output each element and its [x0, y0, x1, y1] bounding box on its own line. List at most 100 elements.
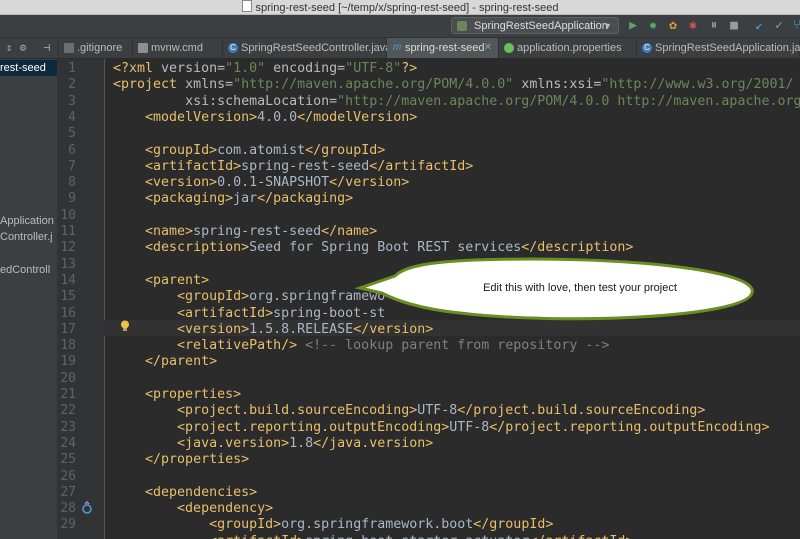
collapse-icon[interactable]: ⊣ — [40, 41, 54, 55]
tree-item-application[interactable]: Application — [0, 215, 54, 227]
run-icon[interactable]: ▶ — [626, 19, 640, 33]
code-line[interactable]: <project xmlns="http://maven.apache.org/… — [113, 77, 794, 93]
tab-label: .gitignore — [77, 42, 123, 54]
line-number: 13 — [60, 256, 76, 272]
project-panel-header: ⇕ ⚙ ⊣ — [0, 38, 59, 58]
tree-item-controller[interactable]: Controller.j — [0, 231, 53, 243]
code-line[interactable]: <description>Seed for Spring Boot REST s… — [113, 240, 633, 256]
code-line[interactable]: <version>1.5.8.RELEASE</version> — [113, 322, 433, 338]
gear-icon[interactable]: ⚙ — [16, 41, 30, 55]
code-token: <relativePath/> — [177, 338, 298, 354]
tree-item-root[interactable]: rest-seed — [0, 60, 57, 76]
run-configuration-label: SpringRestSeedApplication — [474, 20, 608, 32]
code-line[interactable]: <groupId>org.springframework.boot</group… — [113, 517, 553, 533]
code-line[interactable]: <artifactId>spring-boot-starter-actuator… — [113, 534, 633, 539]
code-token: "http://maven.apache.org/POM/4.0.0" — [233, 77, 514, 93]
tab-label: application.properties — [517, 42, 622, 54]
code-line[interactable]: <modelVersion>4.0.0</modelVersion> — [113, 110, 417, 126]
tab-application-java[interactable]: C SpringRestSeedApplication.java — [637, 38, 800, 58]
code-line[interactable]: <project.reporting.outputEncoding>UTF-8<… — [113, 420, 769, 436]
tree-item-seed-controller[interactable]: edControll — [0, 264, 50, 276]
line-number: 2 — [68, 77, 76, 93]
code-token: <?xml — [113, 61, 162, 76]
code-token: jar — [233, 191, 258, 207]
vcs-update-icon[interactable]: ↙ — [752, 19, 766, 33]
coverage-icon[interactable]: ✿ — [666, 19, 680, 33]
code-token: <project.build.sourceEncoding> — [177, 403, 418, 419]
line-number: 29 — [60, 517, 76, 533]
code-line[interactable]: <name>spring-rest-seed</name> — [113, 224, 377, 240]
code-token: xmlns:xsi= — [513, 77, 602, 93]
close-icon[interactable]: ✕ — [484, 38, 492, 58]
vcs-commit-icon[interactable]: ✓ — [772, 19, 786, 33]
code-token: encoding= — [265, 61, 346, 76]
code-line[interactable]: <artifactId>spring-boot-st — [113, 306, 385, 322]
stop-icon[interactable]: ■ — [727, 19, 741, 33]
tree-item-label: Controller.j — [0, 231, 53, 243]
split-icon[interactable]: ⇕ — [2, 41, 16, 55]
code-line[interactable]: </parent> — [113, 354, 217, 370]
maven-icon: m — [392, 42, 402, 53]
code-line[interactable]: <java.version>1.8</java.version> — [113, 436, 433, 452]
code-token: <dependency> — [177, 501, 274, 517]
tab-gitignore[interactable]: .gitignore — [59, 38, 133, 58]
debug-icon[interactable]: ✹ — [646, 19, 660, 33]
tree-item-label: Application — [0, 215, 54, 227]
line-number: 24 — [60, 435, 76, 451]
code-editor[interactable]: <?xml version="1.0" encoding="UTF-8"?> <p… — [113, 59, 800, 539]
tab-mvnw-cmd[interactable]: mvnw.cmd — [133, 38, 223, 58]
code-line[interactable]: <?xml version="1.0" encoding="UTF-8"?> — [113, 61, 417, 77]
code-token: xsi:schemaLocation= — [185, 93, 338, 109]
code-token: <modelVersion> — [145, 109, 258, 125]
line-number: 23 — [60, 419, 76, 435]
tab-label: SpringRestSeedApplication.java — [655, 42, 800, 54]
line-number: 19 — [60, 354, 76, 370]
tab-label: mvnw.cmd — [151, 42, 203, 54]
code-line[interactable]: <parent> — [113, 273, 209, 289]
profiler-icon[interactable]: ✱ — [686, 19, 700, 33]
line-number: 22 — [60, 403, 76, 419]
code-token: <project — [113, 77, 186, 93]
tab-controller-java[interactable]: C SpringRestSeedController.java — [223, 38, 391, 58]
code-line[interactable]: <artifactId>spring-rest-seed</artifactId… — [113, 159, 473, 175]
project-tree-panel: rest-seed Application Controller.j edCon… — [0, 59, 58, 539]
code-line[interactable]: xsi:schemaLocation="http://maven.apache.… — [113, 94, 800, 110]
code-token: version= — [161, 61, 226, 76]
line-number: 1 — [68, 61, 76, 76]
code-token: <!-- lookup parent from repository --> — [297, 338, 610, 354]
code-token: <properties> — [145, 387, 242, 402]
document-icon — [241, 0, 252, 12]
tree-item-label: edControll — [0, 264, 51, 276]
code-line[interactable]: <properties> — [113, 387, 241, 403]
code-line[interactable]: <groupId>com.atomist</groupId> — [113, 143, 385, 159]
code-line[interactable]: <dependency> — [113, 501, 273, 517]
code-line[interactable]: <project.build.sourceEncoding>UTF-8</pro… — [113, 403, 705, 419]
pause-icon[interactable]: ⏸ — [707, 19, 721, 33]
code-line[interactable]: <dependencies> — [113, 485, 257, 501]
code-token: </version> — [353, 321, 434, 337]
line-number: 21 — [60, 387, 76, 402]
code-token: </description> — [521, 240, 634, 256]
code-token: spring-boot-starter-actuator — [305, 534, 529, 539]
code-token: com.atomist — [217, 142, 306, 158]
code-line[interactable]: <relativePath/> <!-- lookup parent from … — [113, 338, 609, 354]
code-token: </project.reporting.outputEncoding> — [489, 419, 770, 435]
tab-application-properties[interactable]: application.properties — [499, 38, 637, 58]
code-line[interactable]: <packaging>jar</packaging> — [113, 191, 353, 207]
code-line[interactable]: <version>0.0.1-SNAPSHOT</version> — [113, 175, 409, 191]
tab-pom-xml[interactable]: m spring-rest-seed ✕ — [387, 38, 499, 58]
spring-bean-gutter-icon[interactable] — [80, 501, 94, 515]
code-line[interactable]: <groupId>org.springframewo — [113, 289, 385, 305]
run-configuration-dropdown[interactable]: SpringRestSeedApplication ▼ — [451, 17, 619, 34]
line-number: 25 — [60, 452, 76, 468]
code-line[interactable]: </properties> — [113, 452, 249, 468]
line-number: 11 — [60, 224, 76, 239]
code-token: "1.0" — [225, 61, 266, 76]
vcs-branch-icon[interactable]: ⑂ — [790, 19, 800, 33]
